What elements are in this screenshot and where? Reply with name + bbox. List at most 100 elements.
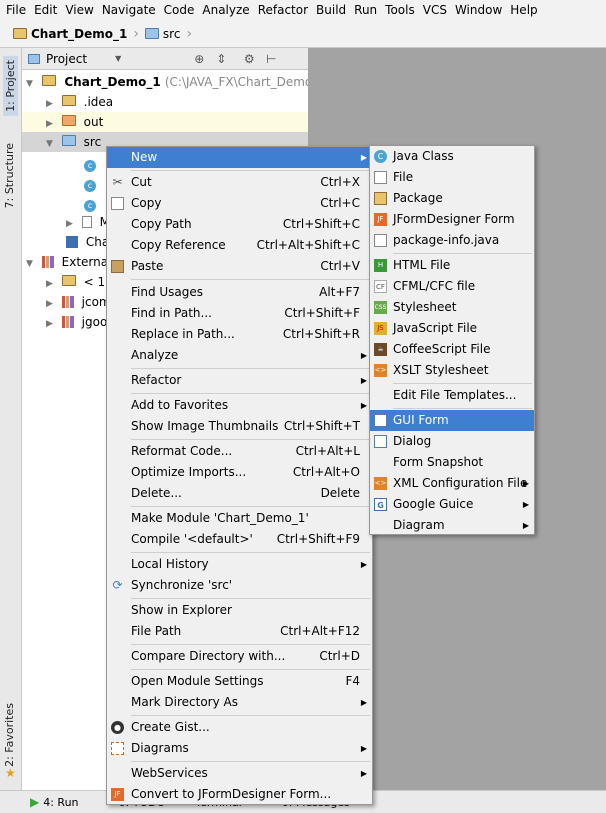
expand-arrow-icon[interactable]: ▶ [46,274,58,294]
submenu-item-gui-form[interactable]: GUI Form [370,410,534,431]
menu-item-diagrams[interactable]: Diagrams ▶ [107,738,372,759]
menu-item-label: Cut [131,175,152,189]
menu-analyze[interactable]: Analyze [198,1,253,19]
submenu-item-stylesheet[interactable]: CSS Stylesheet [370,297,534,318]
menu-build[interactable]: Build [312,1,350,19]
menu-item-convert-jformdesigner[interactable]: JF Convert to JFormDesigner Form... [107,784,372,805]
submenu-item-package[interactable]: Package [370,188,534,209]
submenu-arrow-icon: ▶ [360,153,367,162]
menu-tools[interactable]: Tools [381,1,419,19]
dialog-icon [374,435,387,448]
menu-item-compare-directory[interactable]: Compare Directory with... Ctrl+D [107,646,372,667]
expand-arrow-icon[interactable]: ▶ [46,294,58,314]
menu-item-label: Dialog [393,434,432,448]
library-icon [41,256,54,268]
menu-item-open-module-settings[interactable]: Open Module Settings F4 [107,671,372,692]
submenu-item-jformdesigner-form[interactable]: JF JFormDesigner Form [370,209,534,230]
menu-view[interactable]: View [61,1,97,19]
expand-arrow-icon[interactable]: ▼ [26,254,38,274]
submenu-item-coffeescript-file[interactable]: ☕ CoffeeScript File [370,339,534,360]
expand-arrow-icon[interactable]: ▶ [46,94,58,114]
menu-item-refactor[interactable]: Refactor ▶ [107,370,372,391]
submenu-item-google-guice[interactable]: G Google Guice ▶ [370,494,534,515]
menu-item-label: Edit File Templates... [393,388,517,402]
menu-run[interactable]: Run [350,1,381,19]
breadcrumb-src[interactable]: src [142,23,184,45]
java-class-icon: c [84,180,96,192]
menu-code[interactable]: Code [160,1,199,19]
menu-item-delete[interactable]: Delete... Delete [107,483,372,504]
menu-item-optimize-imports[interactable]: Optimize Imports... Ctrl+Alt+O [107,462,372,483]
submenu-arrow-icon: ▶ [522,521,529,530]
menu-item-analyze[interactable]: Analyze ▶ [107,345,372,366]
menu-item-synchronize[interactable]: ⟳ Synchronize 'src' [107,575,372,596]
menu-item-label: XML Configuration File [393,476,528,490]
menu-item-new[interactable]: New ▶ [107,147,372,168]
submenu-item-xslt-stylesheet[interactable]: <> XSLT Stylesheet [370,360,534,381]
menu-window[interactable]: Window [451,1,506,19]
run-icon: ▶ [30,795,40,809]
tab-favorites[interactable]: 2: Favorites [3,703,16,767]
tree-root[interactable]: ▼ Chart_Demo_1 (C:\JAVA_FX\Chart_Demo_1) [22,72,331,94]
tab-structure[interactable]: 7: Structure [3,143,16,208]
menu-item-file-path[interactable]: File Path Ctrl+Alt+F12 [107,621,372,642]
menu-item-copy-reference[interactable]: Copy Reference Ctrl+Alt+Shift+C [107,235,372,256]
expand-arrow-icon[interactable]: ▶ [46,314,58,334]
submenu-item-dialog[interactable]: Dialog [370,431,534,452]
expand-arrow-icon[interactable]: ▶ [66,214,78,234]
menu-item-show-image-thumbnails[interactable]: Show Image Thumbnails Ctrl+Shift+T [107,416,372,437]
menu-item-add-to-favorites[interactable]: Add to Favorites ▶ [107,395,372,416]
menu-edit[interactable]: Edit [30,1,61,19]
breadcrumb-project[interactable]: Chart_Demo_1 [10,23,130,45]
menu-refactor[interactable]: Refactor [254,1,312,19]
java-file-icon [374,234,387,247]
expand-arrow-icon[interactable]: ▼ [26,74,38,94]
menu-help[interactable]: Help [506,1,541,19]
hide-panel-icon[interactable]: ⊢ [263,52,279,66]
menu-file[interactable]: File [2,1,30,19]
menu-separator [131,393,370,394]
menu-item-webservices[interactable]: WebServices ▶ [107,763,372,784]
menu-item-label: Package [393,191,443,205]
project-view-select[interactable]: Project [46,52,87,66]
submenu-item-html-file[interactable]: H HTML File [370,255,534,276]
menu-item-show-in-explorer[interactable]: Show in Explorer [107,600,372,621]
tab-project[interactable]: 1: Project [3,56,18,116]
collapse-icon[interactable]: ⇕ [213,52,229,66]
submenu-item-xml-configuration-file[interactable]: <> XML Configuration File ▶ [370,473,534,494]
locate-icon[interactable]: ⊕ [191,52,207,66]
menu-item-reformat-code[interactable]: Reformat Code... Ctrl+Alt+L [107,441,372,462]
menu-navigate[interactable]: Navigate [98,1,160,19]
submenu-item-javascript-file[interactable]: JS JavaScript File [370,318,534,339]
dropdown-arrow-icon[interactable]: ▼ [115,54,121,63]
tree-root-label: Chart_Demo_1 [64,75,161,89]
menu-item-copy[interactable]: Copy Ctrl+C [107,193,372,214]
menu-item-cut[interactable]: ✂ Cut Ctrl+X [107,172,372,193]
submenu-item-java-class[interactable]: C Java Class [370,146,534,167]
submenu-item-edit-file-templates[interactable]: Edit File Templates... [370,385,534,406]
menu-separator [131,761,370,762]
tree-item-idea[interactable]: ▶ .idea [22,92,308,112]
tab-run[interactable]: 4: Run [43,796,78,809]
menu-vcs[interactable]: VCS [419,1,451,19]
menu-item-make-module[interactable]: Make Module 'Chart_Demo_1' [107,508,372,529]
menu-item-find-in-path[interactable]: Find in Path... Ctrl+Shift+F [107,303,372,324]
menu-item-create-gist[interactable]: ● Create Gist... [107,717,372,738]
submenu-item-file[interactable]: File [370,167,534,188]
menu-item-local-history[interactable]: Local History ▶ [107,554,372,575]
expand-arrow-icon[interactable]: ▶ [46,114,58,134]
menu-item-label: Create Gist... [131,720,210,734]
menu-item-mark-directory-as[interactable]: Mark Directory As ▶ [107,692,372,713]
menu-item-replace-in-path[interactable]: Replace in Path... Ctrl+Shift+R [107,324,372,345]
tree-item-out[interactable]: ▶ out [22,112,308,132]
expand-arrow-icon[interactable]: ▼ [46,134,58,154]
menu-item-copy-path[interactable]: Copy Path Ctrl+Shift+C [107,214,372,235]
submenu-item-package-info[interactable]: package-info.java [370,230,534,251]
submenu-item-form-snapshot[interactable]: Form Snapshot [370,452,534,473]
menu-item-find-usages[interactable]: Find Usages Alt+F7 [107,282,372,303]
submenu-item-diagram[interactable]: Diagram ▶ [370,515,534,536]
gear-icon[interactable]: ⚙ [241,52,257,66]
menu-item-compile[interactable]: Compile '<default>' Ctrl+Shift+F9 [107,529,372,550]
menu-item-paste[interactable]: Paste Ctrl+V [107,256,372,277]
submenu-item-cfml-file[interactable]: CF CFML/CFC file [370,276,534,297]
